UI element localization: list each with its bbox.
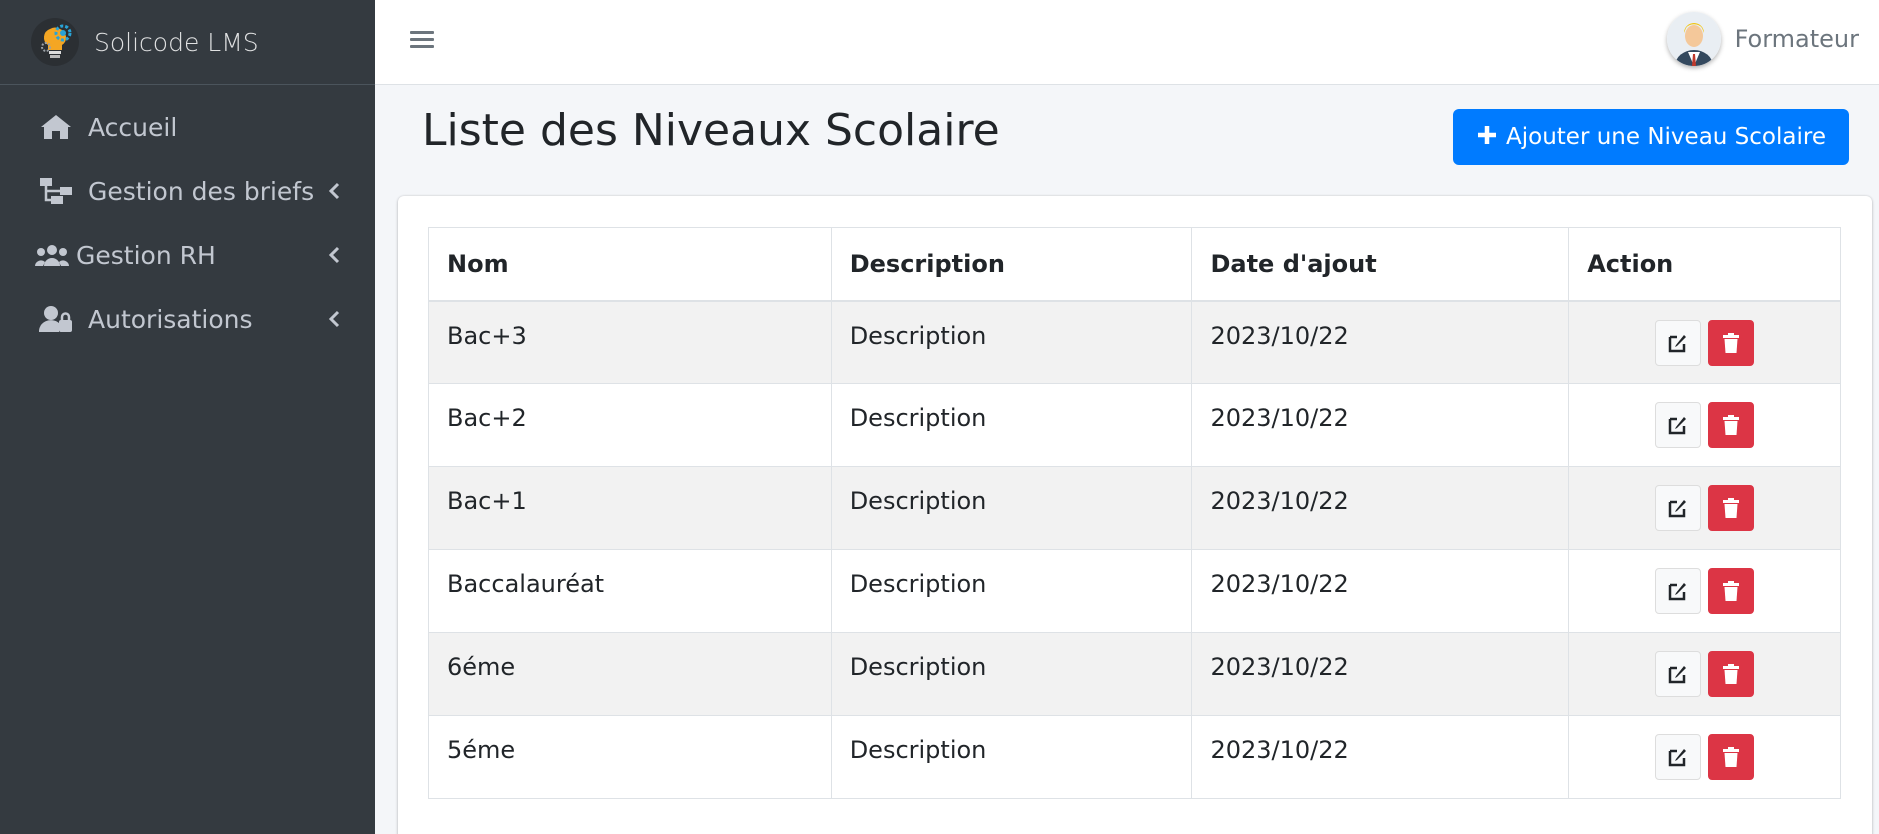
cell-actions [1568,715,1841,799]
cell-actions [1568,632,1841,716]
cell-nom: Bac+1 [428,466,832,550]
top-navbar: Formateur [375,0,1879,85]
edit-icon [1668,749,1687,767]
table-row: Bac+3 Description 2023/10/22 [428,300,1841,384]
sidebar-item-autorisations[interactable]: Autorisations [0,287,375,351]
column-header-action: Action [1568,227,1841,302]
delete-button[interactable] [1708,734,1755,780]
user-menu[interactable]: Formateur [1666,12,1859,66]
cell-description: Description [830,632,1193,716]
edit-icon [1668,666,1687,684]
sidebar-item-label: Accueil [88,112,178,142]
cell-description: Description [830,549,1193,633]
user-lock-icon [38,304,74,334]
cell-date: 2023/10/22 [1191,383,1570,467]
edit-button[interactable] [1655,734,1702,780]
add-button-label: Ajouter une Niveau Scolaire [1506,124,1826,150]
cell-description: Description [830,715,1193,799]
table-row: Baccalauréat Description 2023/10/22 [428,549,1841,633]
delete-button[interactable] [1708,568,1755,614]
sidebar: Solicode LMS Accueil Gestion des briefs [0,0,375,834]
brand-link[interactable]: Solicode LMS [0,0,375,85]
sidebar-item-gestion-des-briefs[interactable]: Gestion des briefs [0,159,375,223]
table-card: Nom Description Date d'ajout Action Bac+… [398,196,1872,834]
cell-actions [1568,383,1841,467]
cell-description: Description [830,383,1193,467]
trash-icon [1723,498,1740,518]
table-header-row: Nom Description Date d'ajout Action [428,227,1841,302]
brand-name: Solicode LMS [94,27,259,57]
lightbulb-gear-logo [30,17,80,67]
chevron-left-icon [327,245,341,265]
cell-nom: 5éme [428,715,832,799]
delete-button[interactable] [1708,319,1755,366]
edit-icon [1668,500,1687,518]
add-niveau-scolaire-button[interactable]: Ajouter une Niveau Scolaire [1453,109,1849,165]
edit-button[interactable] [1655,568,1702,614]
column-header-nom: Nom [428,227,832,302]
sitemap-icon [38,176,74,206]
cell-description: Description [830,300,1193,384]
cell-nom: Baccalauréat [428,549,832,633]
column-header-date: Date d'ajout [1191,227,1570,302]
chevron-left-icon [327,181,341,201]
page-title: Liste des Niveaux Scolaire [422,105,1000,156]
cell-nom: 6éme [428,632,832,716]
user-name: Formateur [1734,25,1859,53]
hamburger-icon[interactable] [410,28,434,52]
edit-button[interactable] [1655,651,1702,697]
edit-icon [1668,583,1687,601]
plus-icon [1476,122,1498,152]
cell-date: 2023/10/22 [1191,466,1570,550]
sidebar-item-accueil[interactable]: Accueil [0,95,375,159]
cell-nom: Bac+3 [428,300,832,384]
cell-date: 2023/10/22 [1191,632,1570,716]
table-row: Bac+1 Description 2023/10/22 [428,466,1841,550]
chevron-left-icon [327,309,341,329]
home-icon [38,112,74,142]
trash-icon [1723,332,1740,353]
edit-icon [1668,334,1687,352]
sidebar-item-label: Gestion RH [76,240,216,270]
trash-icon [1723,581,1740,601]
users-icon [34,240,70,270]
edit-icon [1668,417,1687,435]
cell-date: 2023/10/22 [1191,715,1570,799]
cell-description: Description [830,466,1193,550]
cell-date: 2023/10/22 [1191,549,1570,633]
content-wrapper: Liste des Niveaux Scolaire Ajouter une N… [375,85,1879,834]
sidebar-item-gestion-rh[interactable]: Gestion RH [0,223,375,287]
table-row: 6éme Description 2023/10/22 [428,632,1841,716]
sidebar-item-label: Gestion des briefs [88,176,315,206]
edit-button[interactable] [1655,485,1702,531]
cell-actions [1568,466,1841,550]
cell-date: 2023/10/22 [1191,300,1570,384]
delete-button[interactable] [1708,651,1755,697]
sidebar-item-label: Autorisations [88,304,253,334]
edit-button[interactable] [1655,402,1702,448]
delete-button[interactable] [1708,402,1755,448]
delete-button[interactable] [1708,485,1755,531]
cell-nom: Bac+2 [428,383,832,467]
cell-actions [1568,300,1841,384]
niveaux-table: Nom Description Date d'ajout Action Bac+… [428,227,1841,799]
avatar [1666,12,1721,66]
column-header-description: Description [830,227,1193,302]
edit-button[interactable] [1655,319,1702,366]
trash-icon [1723,415,1740,435]
trash-icon [1723,747,1740,767]
cell-actions [1568,549,1841,633]
table-row: Bac+2 Description 2023/10/22 [428,383,1841,467]
table-row: 5éme Description 2023/10/22 [428,715,1841,799]
sidebar-nav: Accueil Gestion des briefs Gestion RH Au… [0,85,375,351]
trash-icon [1723,664,1740,684]
